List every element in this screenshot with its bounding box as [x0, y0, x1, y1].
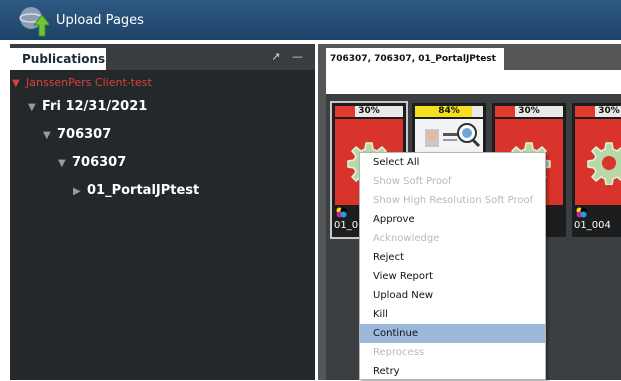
- tree-item-label: 706307: [57, 127, 112, 142]
- progress-fill: [495, 106, 516, 117]
- menu-item-view-report[interactable]: View Report: [360, 267, 545, 286]
- progress-label: 84%: [438, 106, 460, 116]
- tree-item-label: Fri 12/31/2021: [42, 99, 148, 114]
- tree-item-label: 01_PortalJPtest: [87, 183, 200, 198]
- toolbar-strip: [326, 70, 621, 94]
- progress-label: 30%: [518, 106, 540, 116]
- context-menu: Select All Show Soft Proof Show High Res…: [359, 152, 546, 380]
- undock-icon[interactable]: ↗: [271, 50, 280, 63]
- tree-item-section[interactable]: ▶ 01_PortalJPtest: [73, 183, 199, 207]
- expand-arrow-icon: ▼: [43, 130, 51, 141]
- progress-fill: [335, 106, 356, 117]
- progress-label: 30%: [358, 106, 380, 116]
- expand-arrow-icon: ▼: [28, 102, 36, 113]
- menu-item-show-high-resolution-soft-proof[interactable]: Show High Resolution Soft Proof: [360, 191, 545, 210]
- menu-item-retry[interactable]: Retry: [360, 362, 545, 381]
- tree-item-publication[interactable]: ▼ 706307: [43, 127, 111, 151]
- progress-bar: 30%: [575, 106, 621, 117]
- menu-item-acknowledge[interactable]: Acknowledge: [360, 229, 545, 248]
- tab-publications[interactable]: Publications: [10, 48, 106, 70]
- upload-pages-logo-icon: [19, 7, 49, 37]
- menu-item-select-all[interactable]: Select All: [360, 153, 545, 172]
- menu-item-reject[interactable]: Reject: [360, 248, 545, 267]
- color-swatch-icon: [576, 207, 587, 218]
- menu-item-kill[interactable]: Kill: [360, 305, 545, 324]
- minimize-icon[interactable]: —: [292, 50, 303, 63]
- publications-panel: Publications ↗ — ▼ JanssenPers Client-tes…: [10, 44, 315, 380]
- page-name: 01_004: [574, 220, 611, 231]
- menu-item-approve[interactable]: Approve: [360, 210, 545, 229]
- panel-buttons: ↗ —: [263, 50, 303, 63]
- tree-item-date[interactable]: ▼ Fri 12/31/2021: [28, 99, 147, 123]
- tab-pages[interactable]: 706307, 706307, 01_PortalJPtest: [326, 48, 504, 70]
- tree-item-label: JanssenPers Client-test: [26, 76, 152, 89]
- tree-item-client[interactable]: ▼ JanssenPers Client-test: [12, 76, 152, 100]
- gear-icon: [587, 142, 621, 185]
- page-preview: [575, 119, 621, 205]
- expand-arrow-icon: ▼: [58, 158, 66, 169]
- progress-bar: 30%: [335, 106, 403, 117]
- progress-bar: 30%: [495, 106, 563, 117]
- menu-item-show-soft-proof[interactable]: Show Soft Proof: [360, 172, 545, 191]
- menu-item-continue[interactable]: Continue: [360, 324, 545, 343]
- page-thumbnail[interactable]: 30% 01_004: [572, 103, 621, 237]
- app-title: Upload Pages: [56, 13, 144, 28]
- app-window: Upload Pages Publications ↗ — ▼ JanssenPe…: [0, 0, 621, 380]
- progress-label: 30%: [598, 106, 620, 116]
- menu-item-reprocess[interactable]: Reprocess: [360, 343, 545, 362]
- progress-bar: 84%: [415, 106, 483, 117]
- tree-item-label: 706307: [72, 155, 127, 170]
- expand-arrow-icon: ▼: [12, 78, 20, 89]
- title-bar: Upload Pages: [0, 0, 621, 40]
- tree-item-edition[interactable]: ▼ 706307: [58, 155, 126, 179]
- progress-fill: [575, 106, 596, 117]
- menu-item-upload-new[interactable]: Upload New: [360, 286, 545, 305]
- page-name: 01_0: [334, 220, 359, 231]
- publication-tree: ▼ JanssenPers Client-test ▼ Fri 12/31/2021…: [10, 70, 315, 380]
- collapsed-arrow-icon: ▶: [73, 186, 81, 197]
- color-swatch-icon: [336, 207, 347, 218]
